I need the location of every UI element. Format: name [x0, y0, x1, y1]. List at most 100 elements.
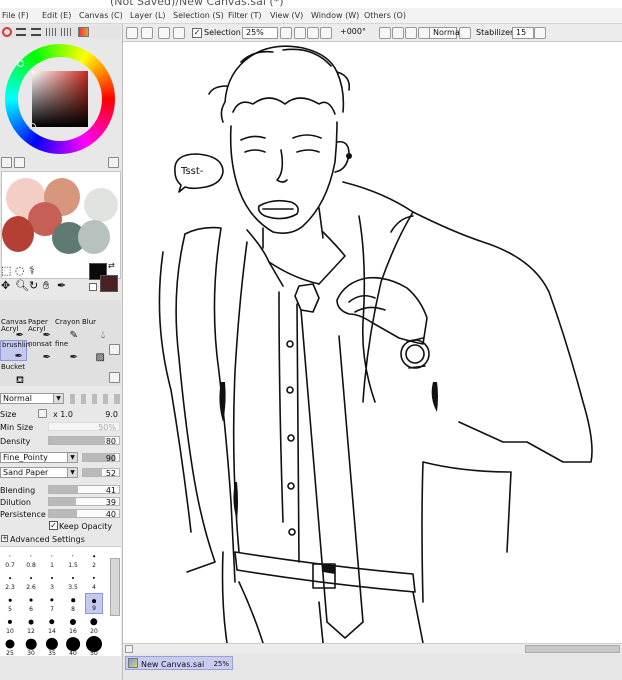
color-wheel-tab-icon[interactable] [2, 27, 12, 37]
keep-opacity-checkbox[interactable]: ✓ [49, 521, 58, 530]
brush-size-cell[interactable]: 0.8 [22, 549, 40, 570]
size-range-button[interactable] [38, 409, 47, 418]
hsv-slider-tab-icon[interactable] [31, 28, 41, 36]
tool-paper-acryl[interactable]: Paper Acryl ✒ [27, 318, 54, 341]
move-icon[interactable]: ✥ [1, 279, 10, 292]
brush-mode-select[interactable]: Normal ▼ [0, 393, 64, 404]
swatch-red-dark[interactable] [2, 216, 34, 252]
dilution-slider[interactable]: 39 [48, 497, 120, 507]
tool-fine[interactable]: fine ✒ [54, 340, 81, 363]
swatch-teal-light[interactable] [78, 220, 110, 254]
drawing-canvas[interactable]: Tsst- [123, 42, 622, 643]
brush-size-cell[interactable]: 40 [64, 637, 82, 658]
color-mixer-tab-icon[interactable] [46, 28, 56, 36]
tool-blur[interactable]: Blur 💧︎ [81, 318, 108, 341]
brush-size-scrollbar[interactable] [110, 558, 120, 616]
brush-size-cell[interactable]: 3.5 [64, 571, 82, 592]
zoom-dropdown-icon[interactable] [280, 27, 292, 39]
brush-size-cell[interactable]: 14 [43, 615, 61, 636]
menu-others[interactable]: Others (O) [364, 11, 406, 20]
menu-filter[interactable]: Filter (T) [228, 11, 261, 20]
tool-grid-scroll-up[interactable] [109, 344, 120, 355]
selection-checkbox[interactable]: ✓ [192, 28, 202, 38]
panel-expand-button[interactable] [108, 157, 119, 168]
brush-size-cell[interactable]: 1 [43, 549, 61, 570]
invert-selection-button[interactable] [173, 27, 185, 39]
panel-collapse-button[interactable] [1, 157, 12, 168]
menu-layer[interactable]: Layer (L) [130, 11, 166, 20]
tool-grid-scroll-down[interactable] [109, 372, 120, 383]
rotate-left-button[interactable] [379, 27, 391, 39]
marquee-icon[interactable]: ⬚ [1, 264, 11, 277]
menu-canvas[interactable]: Canvas (C) [79, 11, 123, 20]
rotation-field[interactable]: +000° [337, 27, 377, 39]
brush-size-cell[interactable]: 12 [22, 615, 40, 636]
saturation-value-square[interactable] [32, 71, 88, 127]
blend-mode-select[interactable]: Normal [429, 27, 462, 39]
hand-icon[interactable]: ✋︎ [43, 279, 49, 292]
canvas-scrollbar[interactable] [123, 643, 622, 654]
zoom-in-button[interactable] [307, 27, 319, 39]
deselect-button[interactable] [158, 27, 170, 39]
sv-picker-icon[interactable] [29, 123, 36, 130]
eyedropper-icon[interactable]: ✒ [57, 279, 66, 292]
stabilizer-select[interactable]: 15 [512, 27, 534, 39]
brush-shape-slider[interactable]: 90 [82, 453, 120, 463]
tool-nonsat[interactable]: nonsat ✒ [27, 340, 54, 363]
blending-slider[interactable]: 41 [48, 485, 120, 495]
lasso-icon[interactable]: ◌ [15, 264, 25, 277]
brush-size-cell[interactable]: 7 [43, 593, 61, 614]
brush-size-cell[interactable]: 4 [85, 571, 103, 592]
scroll-thumb[interactable] [525, 645, 620, 653]
size-multiplier[interactable]: x 1.0 [53, 410, 73, 419]
document-tab[interactable]: New Canvas.sai 25% [125, 656, 233, 670]
rotation-reset-button[interactable] [405, 27, 417, 39]
brush-size-cell[interactable]: 30 [22, 637, 40, 658]
magic-wand-icon[interactable]: ⚕ [29, 264, 35, 277]
brush-size-cell[interactable]: 35 [43, 637, 61, 658]
brush-size-cell[interactable]: 5 [1, 593, 19, 614]
undo-button[interactable] [126, 27, 138, 39]
brush-size-cell[interactable]: 50 [85, 636, 103, 658]
brush-size-cell[interactable]: 6 [22, 593, 40, 614]
zoom-icon[interactable]: 🔍︎ [15, 279, 29, 292]
menu-window[interactable]: Window (W) [311, 11, 359, 20]
brush-size-cell[interactable]: 2.3 [1, 571, 19, 592]
swatch-grey-light[interactable] [84, 188, 118, 222]
menu-file[interactable]: File (F) [2, 11, 29, 20]
scroll-left-button[interactable] [125, 645, 133, 653]
zoom-field[interactable]: 25% [242, 27, 278, 39]
brush-size-cell[interactable]: 8 [64, 593, 82, 614]
redo-button[interactable] [141, 27, 153, 39]
secondary-color-swatch[interactable] [100, 275, 118, 292]
menu-selection[interactable]: Selection (S) [173, 11, 224, 20]
density-slider[interactable]: 80 [48, 436, 120, 446]
tool-brushlin[interactable]: brushlin ✒ [0, 340, 30, 362]
reset-colors-icon[interactable] [89, 283, 97, 291]
menu-view[interactable]: View (V) [270, 11, 303, 20]
scratchpad-tab-icon[interactable] [78, 27, 89, 37]
texture-slider[interactable]: 52 [82, 468, 120, 478]
color-wheel[interactable] [5, 44, 115, 154]
size-value[interactable]: 9.0 [90, 410, 118, 419]
tool-crayon[interactable]: Crayon ✎ [54, 318, 81, 341]
brush-size-cell[interactable]: 0.7 [1, 549, 19, 570]
tool-canvas-acryl[interactable]: Canvas Acryl ✒ [0, 318, 27, 341]
tool-bucket[interactable]: Bucket ⛾ [0, 363, 27, 386]
advanced-settings-label[interactable]: Advanced Settings [10, 535, 85, 544]
zoom-reset-button[interactable] [320, 27, 332, 39]
swap-colors-icon[interactable]: ⇄ [108, 261, 115, 270]
blend-mode-dropdown-icon[interactable] [459, 27, 471, 39]
rotate-icon[interactable]: ↻ [29, 279, 38, 292]
brush-shape-select[interactable]: Fine_Pointy ▼ [0, 452, 78, 463]
advanced-settings-expand-icon[interactable]: + [1, 535, 8, 542]
rgb-slider-tab-icon[interactable] [16, 28, 26, 36]
rotate-right-button[interactable] [392, 27, 404, 39]
brush-size-cell[interactable]: 16 [64, 615, 82, 636]
brush-size-cell[interactable]: 2.6 [22, 571, 40, 592]
stabilizer-dropdown-icon[interactable] [534, 27, 546, 39]
panel-option-button[interactable] [14, 157, 25, 168]
brush-size-cell[interactable]: 20 [85, 615, 103, 636]
swatches-tab-icon[interactable] [61, 28, 71, 36]
brush-size-cell[interactable]: 10 [1, 615, 19, 636]
